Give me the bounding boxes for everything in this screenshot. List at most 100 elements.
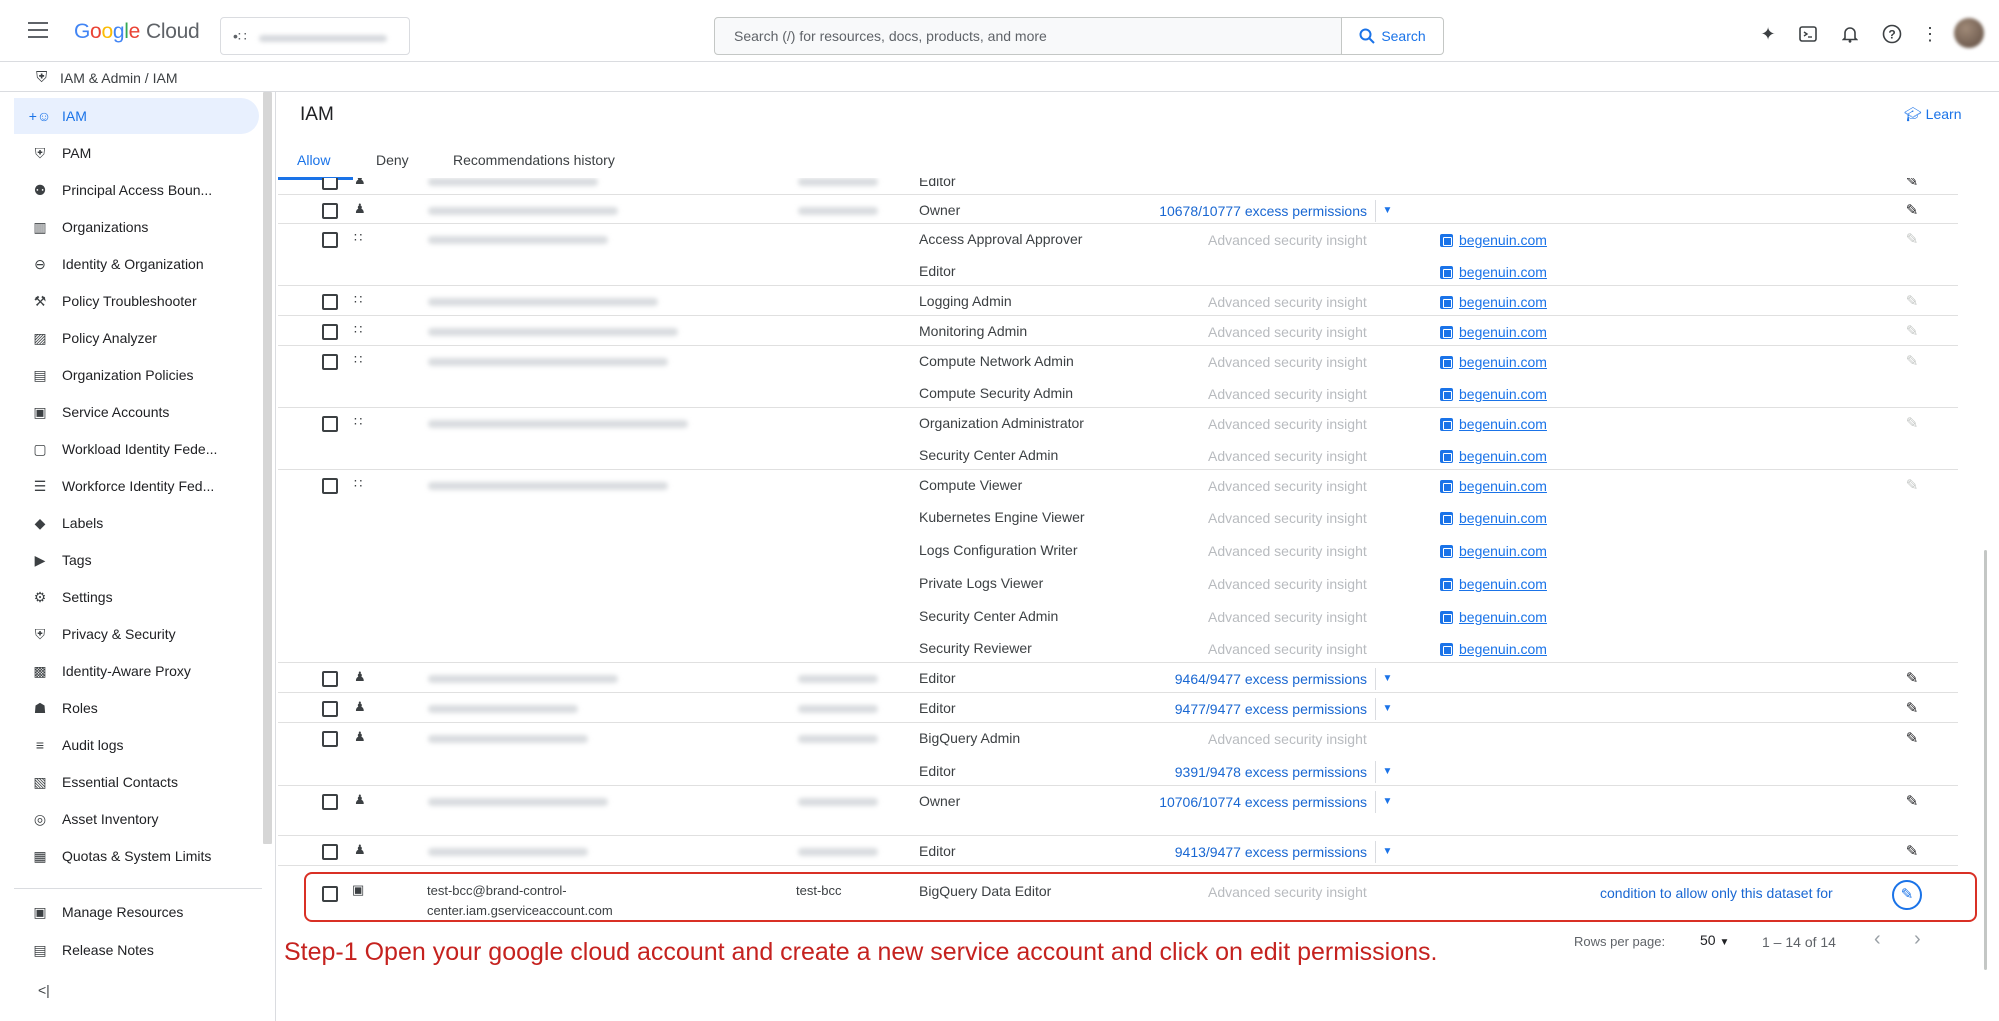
sidebar-item-policy-troubleshooter[interactable]: ⚒ Policy Troubleshooter xyxy=(14,283,259,319)
excess-permissions-link[interactable]: 9464/9477 excess permissions xyxy=(1175,671,1367,687)
notifications-bell-icon[interactable] xyxy=(1838,22,1862,46)
inheritance-link[interactable]: begenuin.com xyxy=(1440,478,1547,494)
inheritance-link[interactable]: begenuin.com xyxy=(1440,386,1547,402)
inheritance-link[interactable]: begenuin.com xyxy=(1440,641,1547,657)
avatar[interactable] xyxy=(1954,18,1984,48)
previous-page-icon[interactable]: ‹ xyxy=(1874,928,1881,951)
expand-caret-icon[interactable]: ▼ xyxy=(1375,791,1399,813)
inheritance-link[interactable]: begenuin.com xyxy=(1440,576,1547,592)
security-insight[interactable]: Advanced security insight xyxy=(1208,354,1367,370)
excess-permissions-link[interactable]: 10678/10777 excess permissions xyxy=(1159,203,1367,219)
expand-caret-icon[interactable]: ▼ xyxy=(1375,200,1399,222)
gemini-sparkle-icon[interactable]: ✦ xyxy=(1756,22,1780,46)
sidebar-item-release-notes[interactable]: ▤ Release Notes xyxy=(14,932,259,968)
cloud-shell-icon[interactable] xyxy=(1796,22,1820,46)
inheritance-link[interactable]: begenuin.com xyxy=(1440,232,1547,248)
breadcrumb-text[interactable]: IAM & Admin / IAM xyxy=(60,70,177,86)
inheritance-link[interactable]: begenuin.com xyxy=(1440,510,1547,526)
edit-principal-icon[interactable]: ✎ xyxy=(1903,699,1921,717)
inheritance-link[interactable]: begenuin.com xyxy=(1440,416,1547,432)
expand-caret-icon[interactable]: ▼ xyxy=(1375,761,1399,783)
row-checkbox[interactable] xyxy=(322,701,338,717)
sidebar-item-settings[interactable]: ⚙ Settings xyxy=(14,579,259,615)
inheritance-link[interactable]: begenuin.com xyxy=(1440,294,1547,310)
inheritance-link[interactable]: begenuin.com xyxy=(1440,264,1547,280)
tab-deny[interactable]: Deny xyxy=(376,152,409,168)
inheritance-link[interactable]: begenuin.com xyxy=(1440,543,1547,559)
row-checkbox[interactable] xyxy=(322,416,338,432)
sidebar-item-organization-policies[interactable]: ▤ Organization Policies xyxy=(14,357,259,393)
security-insight[interactable]: Advanced security insight xyxy=(1208,232,1367,248)
main-menu-icon[interactable] xyxy=(28,22,48,38)
sidebar-item-workload-identity-fede[interactable]: ▢ Workload Identity Fede... xyxy=(14,431,259,467)
excess-permissions-link[interactable]: 9477/9477 excess permissions xyxy=(1175,701,1367,717)
security-insight[interactable]: Advanced security insight xyxy=(1208,386,1367,402)
row-checkbox[interactable] xyxy=(322,324,338,340)
expand-caret-icon[interactable]: ▼ xyxy=(1375,841,1399,863)
edit-principal-icon[interactable]: ✎ xyxy=(1903,230,1921,248)
row-checkbox[interactable] xyxy=(322,731,338,747)
edit-principal-icon[interactable]: ✎ xyxy=(1903,476,1921,494)
row-checkbox[interactable] xyxy=(322,294,338,310)
row-checkbox[interactable] xyxy=(322,886,338,902)
inheritance-link[interactable]: begenuin.com xyxy=(1440,354,1547,370)
tab-allow[interactable]: Allow xyxy=(297,152,330,168)
sidebar-item-iam[interactable]: +☺ IAM xyxy=(14,98,259,134)
expand-caret-icon[interactable]: ▼ xyxy=(1375,698,1399,720)
sidebar-item-essential-contacts[interactable]: ▧ Essential Contacts xyxy=(14,764,259,800)
sidebar-item-labels[interactable]: ◆ Labels xyxy=(14,505,259,541)
security-insight[interactable]: Advanced security insight xyxy=(1208,448,1367,464)
rows-per-page-select[interactable]: 50 ▼ xyxy=(1700,932,1729,948)
row-checkbox[interactable] xyxy=(322,203,338,219)
security-insight[interactable]: Advanced security insight xyxy=(1208,294,1367,310)
sidebar-item-service-accounts[interactable]: ▣ Service Accounts xyxy=(14,394,259,430)
learn-link[interactable]: 🎓︎ Learn xyxy=(1904,106,1961,123)
security-insight[interactable]: Advanced security insight xyxy=(1208,609,1367,625)
sidebar-item-organizations[interactable]: ▥ Organizations xyxy=(14,209,259,245)
edit-principal-icon[interactable]: ✎ xyxy=(1903,792,1921,810)
condition-link[interactable]: condition to allow only this dataset for xyxy=(1600,885,1833,901)
excess-permissions-link[interactable]: 9391/9478 excess permissions xyxy=(1175,764,1367,780)
expand-caret-icon[interactable]: ▼ xyxy=(1375,668,1399,690)
security-insight[interactable]: Advanced security insight xyxy=(1208,510,1367,526)
sidebar-item-roles[interactable]: ☗ Roles xyxy=(14,690,259,726)
sidebar-item-pam[interactable]: ⛨ PAM xyxy=(14,135,259,171)
search-button[interactable]: Search xyxy=(1341,17,1444,55)
row-checkbox[interactable] xyxy=(322,844,338,860)
help-icon[interactable]: ? xyxy=(1880,22,1904,46)
security-insight[interactable]: Advanced security insight xyxy=(1208,324,1367,340)
tab-recommendations-history[interactable]: Recommendations history xyxy=(453,152,615,168)
security-insight[interactable]: Advanced security insight xyxy=(1208,478,1367,494)
sidebar-item-manage-resources[interactable]: ▣ Manage Resources xyxy=(14,894,259,930)
edit-principal-icon[interactable]: ✎ xyxy=(1903,178,1921,190)
inheritance-link[interactable]: begenuin.com xyxy=(1440,324,1547,340)
search-input[interactable] xyxy=(716,19,1336,53)
sidebar-item-privacy-security[interactable]: ⛨ Privacy & Security xyxy=(14,616,259,652)
sidebar-scrollbar[interactable] xyxy=(263,92,272,844)
sidebar-item-principal-access-boun[interactable]: ⚉ Principal Access Boun... xyxy=(14,172,259,208)
edit-principal-icon[interactable]: ✎ xyxy=(1903,201,1921,219)
sidebar-item-policy-analyzer[interactable]: ▨ Policy Analyzer xyxy=(14,320,259,356)
excess-permissions-link[interactable]: 9413/9477 excess permissions xyxy=(1175,844,1367,860)
row-checkbox[interactable] xyxy=(322,794,338,810)
edit-principal-icon[interactable]: ✎ xyxy=(1903,669,1921,687)
row-checkbox[interactable] xyxy=(322,178,338,190)
edit-principal-icon[interactable]: ✎ xyxy=(1903,322,1921,340)
sidebar-item-identity-aware-proxy[interactable]: ▩ Identity-Aware Proxy xyxy=(14,653,259,689)
row-checkbox[interactable] xyxy=(322,354,338,370)
edit-principal-icon[interactable]: ✎ xyxy=(1903,352,1921,370)
inheritance-link[interactable]: begenuin.com xyxy=(1440,448,1547,464)
row-checkbox[interactable] xyxy=(322,671,338,687)
google-cloud-logo[interactable]: Google Cloud xyxy=(74,20,200,44)
security-insight[interactable]: Advanced security insight xyxy=(1208,416,1367,432)
more-vert-icon[interactable]: ⋮ xyxy=(1921,22,1939,46)
sidebar-item-audit-logs[interactable]: ≡ Audit logs xyxy=(14,727,259,763)
project-picker[interactable]: •∷ xyxy=(220,17,410,55)
security-insight[interactable]: Advanced security insight xyxy=(1208,543,1367,559)
security-insight[interactable]: Advanced security insight xyxy=(1208,576,1367,592)
edit-principal-icon[interactable]: ✎ xyxy=(1903,842,1921,860)
edit-principal-icon[interactable]: ✎ xyxy=(1903,414,1921,432)
security-insight[interactable]: Advanced security insight xyxy=(1208,884,1367,900)
security-insight[interactable]: Advanced security insight xyxy=(1208,731,1367,747)
next-page-icon[interactable]: › xyxy=(1914,928,1921,951)
